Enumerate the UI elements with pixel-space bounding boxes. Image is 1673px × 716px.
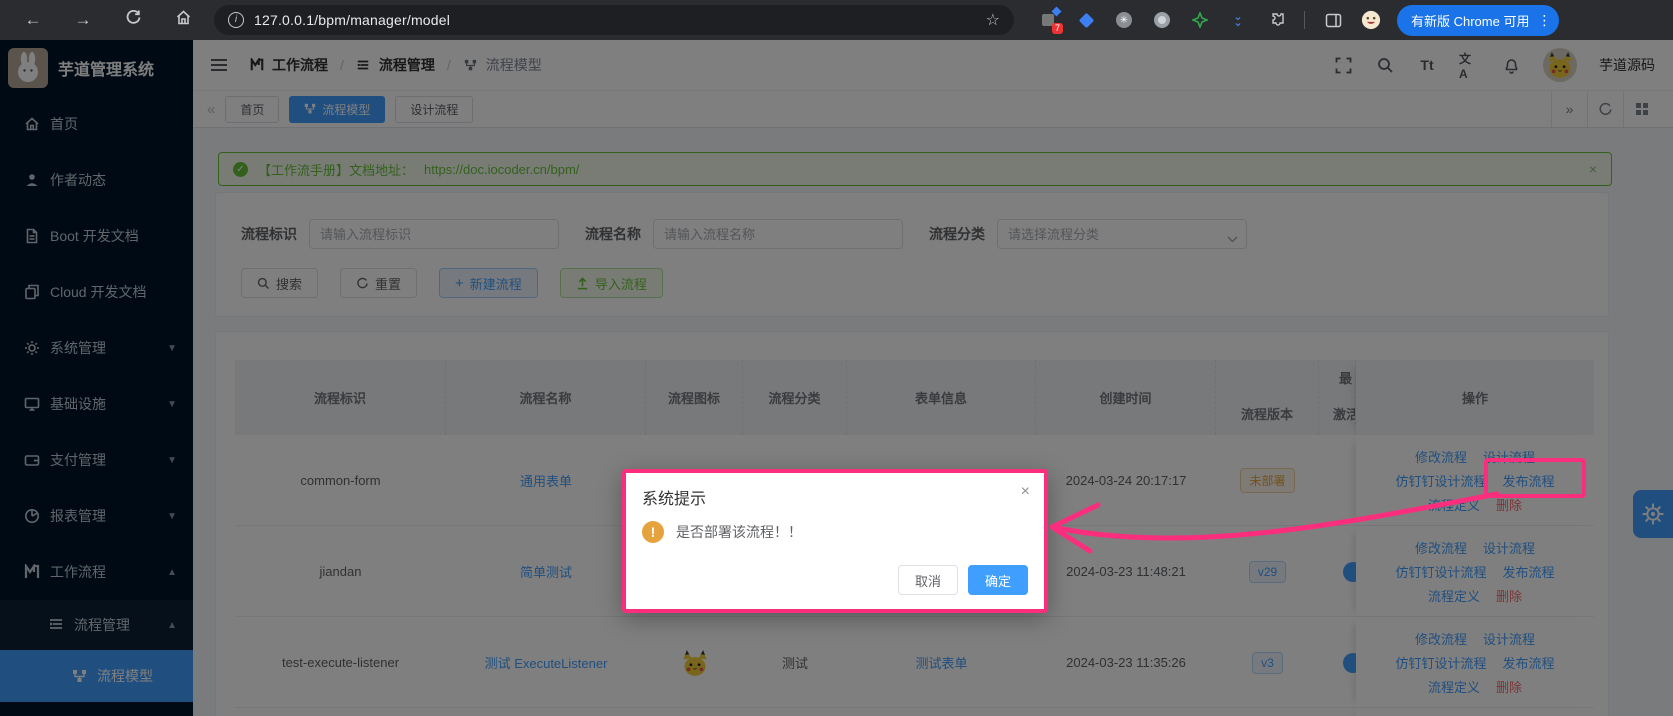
profile-avatar-icon[interactable] [1361,10,1381,30]
back-icon[interactable]: ← [22,10,44,30]
chrome-update-button[interactable]: 有新版 Chrome 可用 ⋮ [1397,4,1560,36]
warning-icon: ! [642,521,664,543]
extension-grid-icon[interactable]: 7 [1038,6,1063,34]
confirm-button[interactable]: 确定 [967,565,1028,595]
extensions-puzzle-icon[interactable] [1266,10,1286,30]
extension-circle-icon[interactable] [1152,10,1172,30]
cancel-button[interactable]: 取消 [897,565,958,595]
extension-star-icon[interactable] [1190,10,1210,30]
extension-kite-icon[interactable] [1076,10,1096,30]
extension-snow-icon[interactable]: ✳ [1114,10,1134,30]
extension-chevrons-icon[interactable]: ⌄ ⌄ [1228,10,1248,30]
side-panel-icon[interactable] [1323,10,1343,30]
chrome-update-label: 有新版 Chrome 可用 [1411,13,1530,29]
reload-icon[interactable] [122,9,144,31]
modal-backdrop [0,40,1673,716]
site-info-icon[interactable]: i [228,12,244,28]
dialog-message: 是否部署该流程！！ [676,524,802,540]
address-bar[interactable]: i 127.0.0.1/bpm/manager/model ☆ [214,5,1014,35]
browser-menu-icon[interactable]: ⋮ [1537,12,1551,29]
forward-icon[interactable]: → [72,10,94,30]
browser-toolbar: ← → i 127.0.0.1/bpm/manager/model ☆ 7 ✳ [0,0,1673,40]
confirm-dialog: 系统提示 × ! 是否部署该流程！！ 取消 确定 [622,469,1048,613]
close-icon[interactable]: × [1021,483,1030,501]
extension-badge: 7 [1051,23,1063,34]
home-icon[interactable] [172,9,194,31]
dialog-title: 系统提示 [642,491,707,508]
url-text[interactable]: 127.0.0.1/bpm/manager/model [254,12,450,28]
bookmark-star-icon[interactable]: ☆ [986,10,1000,30]
screen: ← → i 127.0.0.1/bpm/manager/model ☆ 7 ✳ [0,0,1673,716]
